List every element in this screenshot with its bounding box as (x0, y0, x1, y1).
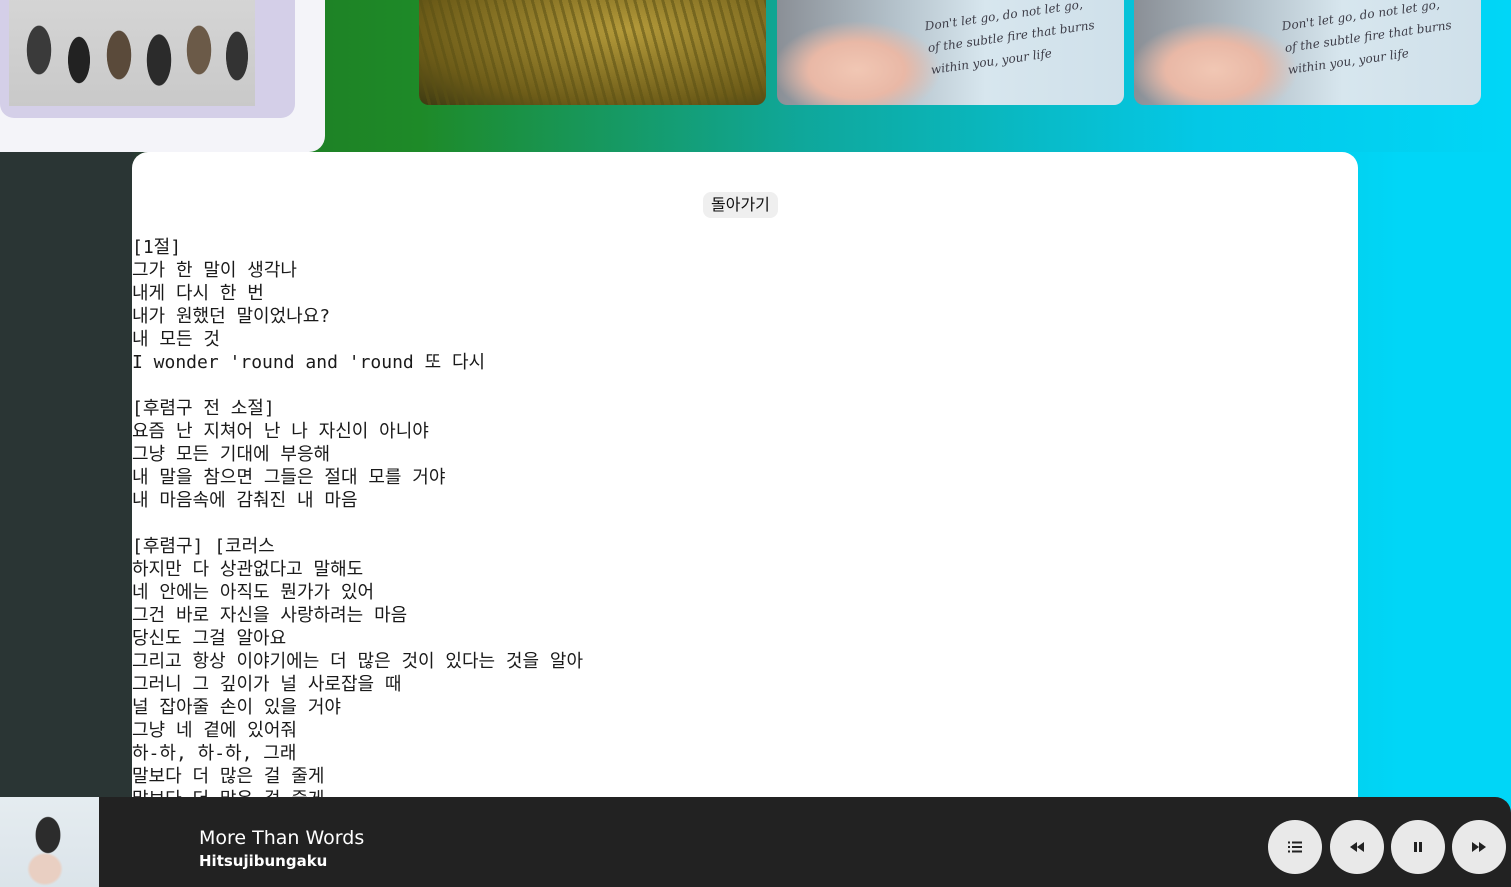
group-photo-image (9, 0, 255, 106)
queue-icon (1288, 841, 1302, 853)
previous-button[interactable] (1330, 820, 1384, 874)
now-playing-cover[interactable] (0, 797, 99, 887)
queue-button[interactable] (1268, 820, 1322, 874)
next-icon (1472, 842, 1486, 852)
hand-lyrics-thumbnail-2[interactable]: Don't let go, do not let go, of the subt… (1134, 0, 1481, 105)
player-bar: More Than Words Hitsujibungaku (0, 797, 1511, 887)
back-button[interactable]: 돌아가기 (703, 192, 778, 218)
grass-field-thumbnail[interactable] (419, 0, 766, 105)
song-artist: Hitsujibungaku (199, 852, 328, 870)
lyrics-panel: 돌아가기 [1절] 그가 한 말이 생각나 내게 다시 한 번 내가 원했던 말… (132, 152, 1358, 812)
handwritten-quote: Don't let go, do not let go, of the subt… (923, 0, 1096, 77)
album-card[interactable] (0, 0, 325, 152)
handwritten-quote: Don't let go, do not let go, of the subt… (1280, 0, 1453, 77)
pause-button[interactable] (1391, 820, 1445, 874)
previous-icon (1350, 842, 1364, 852)
pause-icon (1414, 842, 1422, 852)
lyrics-text: [1절] 그가 한 말이 생각나 내게 다시 한 번 내가 원했던 말이었나요?… (132, 237, 584, 810)
hand-lyrics-thumbnail-1[interactable]: Don't let go, do not let go, of the subt… (777, 0, 1124, 105)
album-card-inner (0, 0, 295, 118)
song-title: More Than Words (199, 827, 365, 849)
next-button[interactable] (1452, 820, 1506, 874)
